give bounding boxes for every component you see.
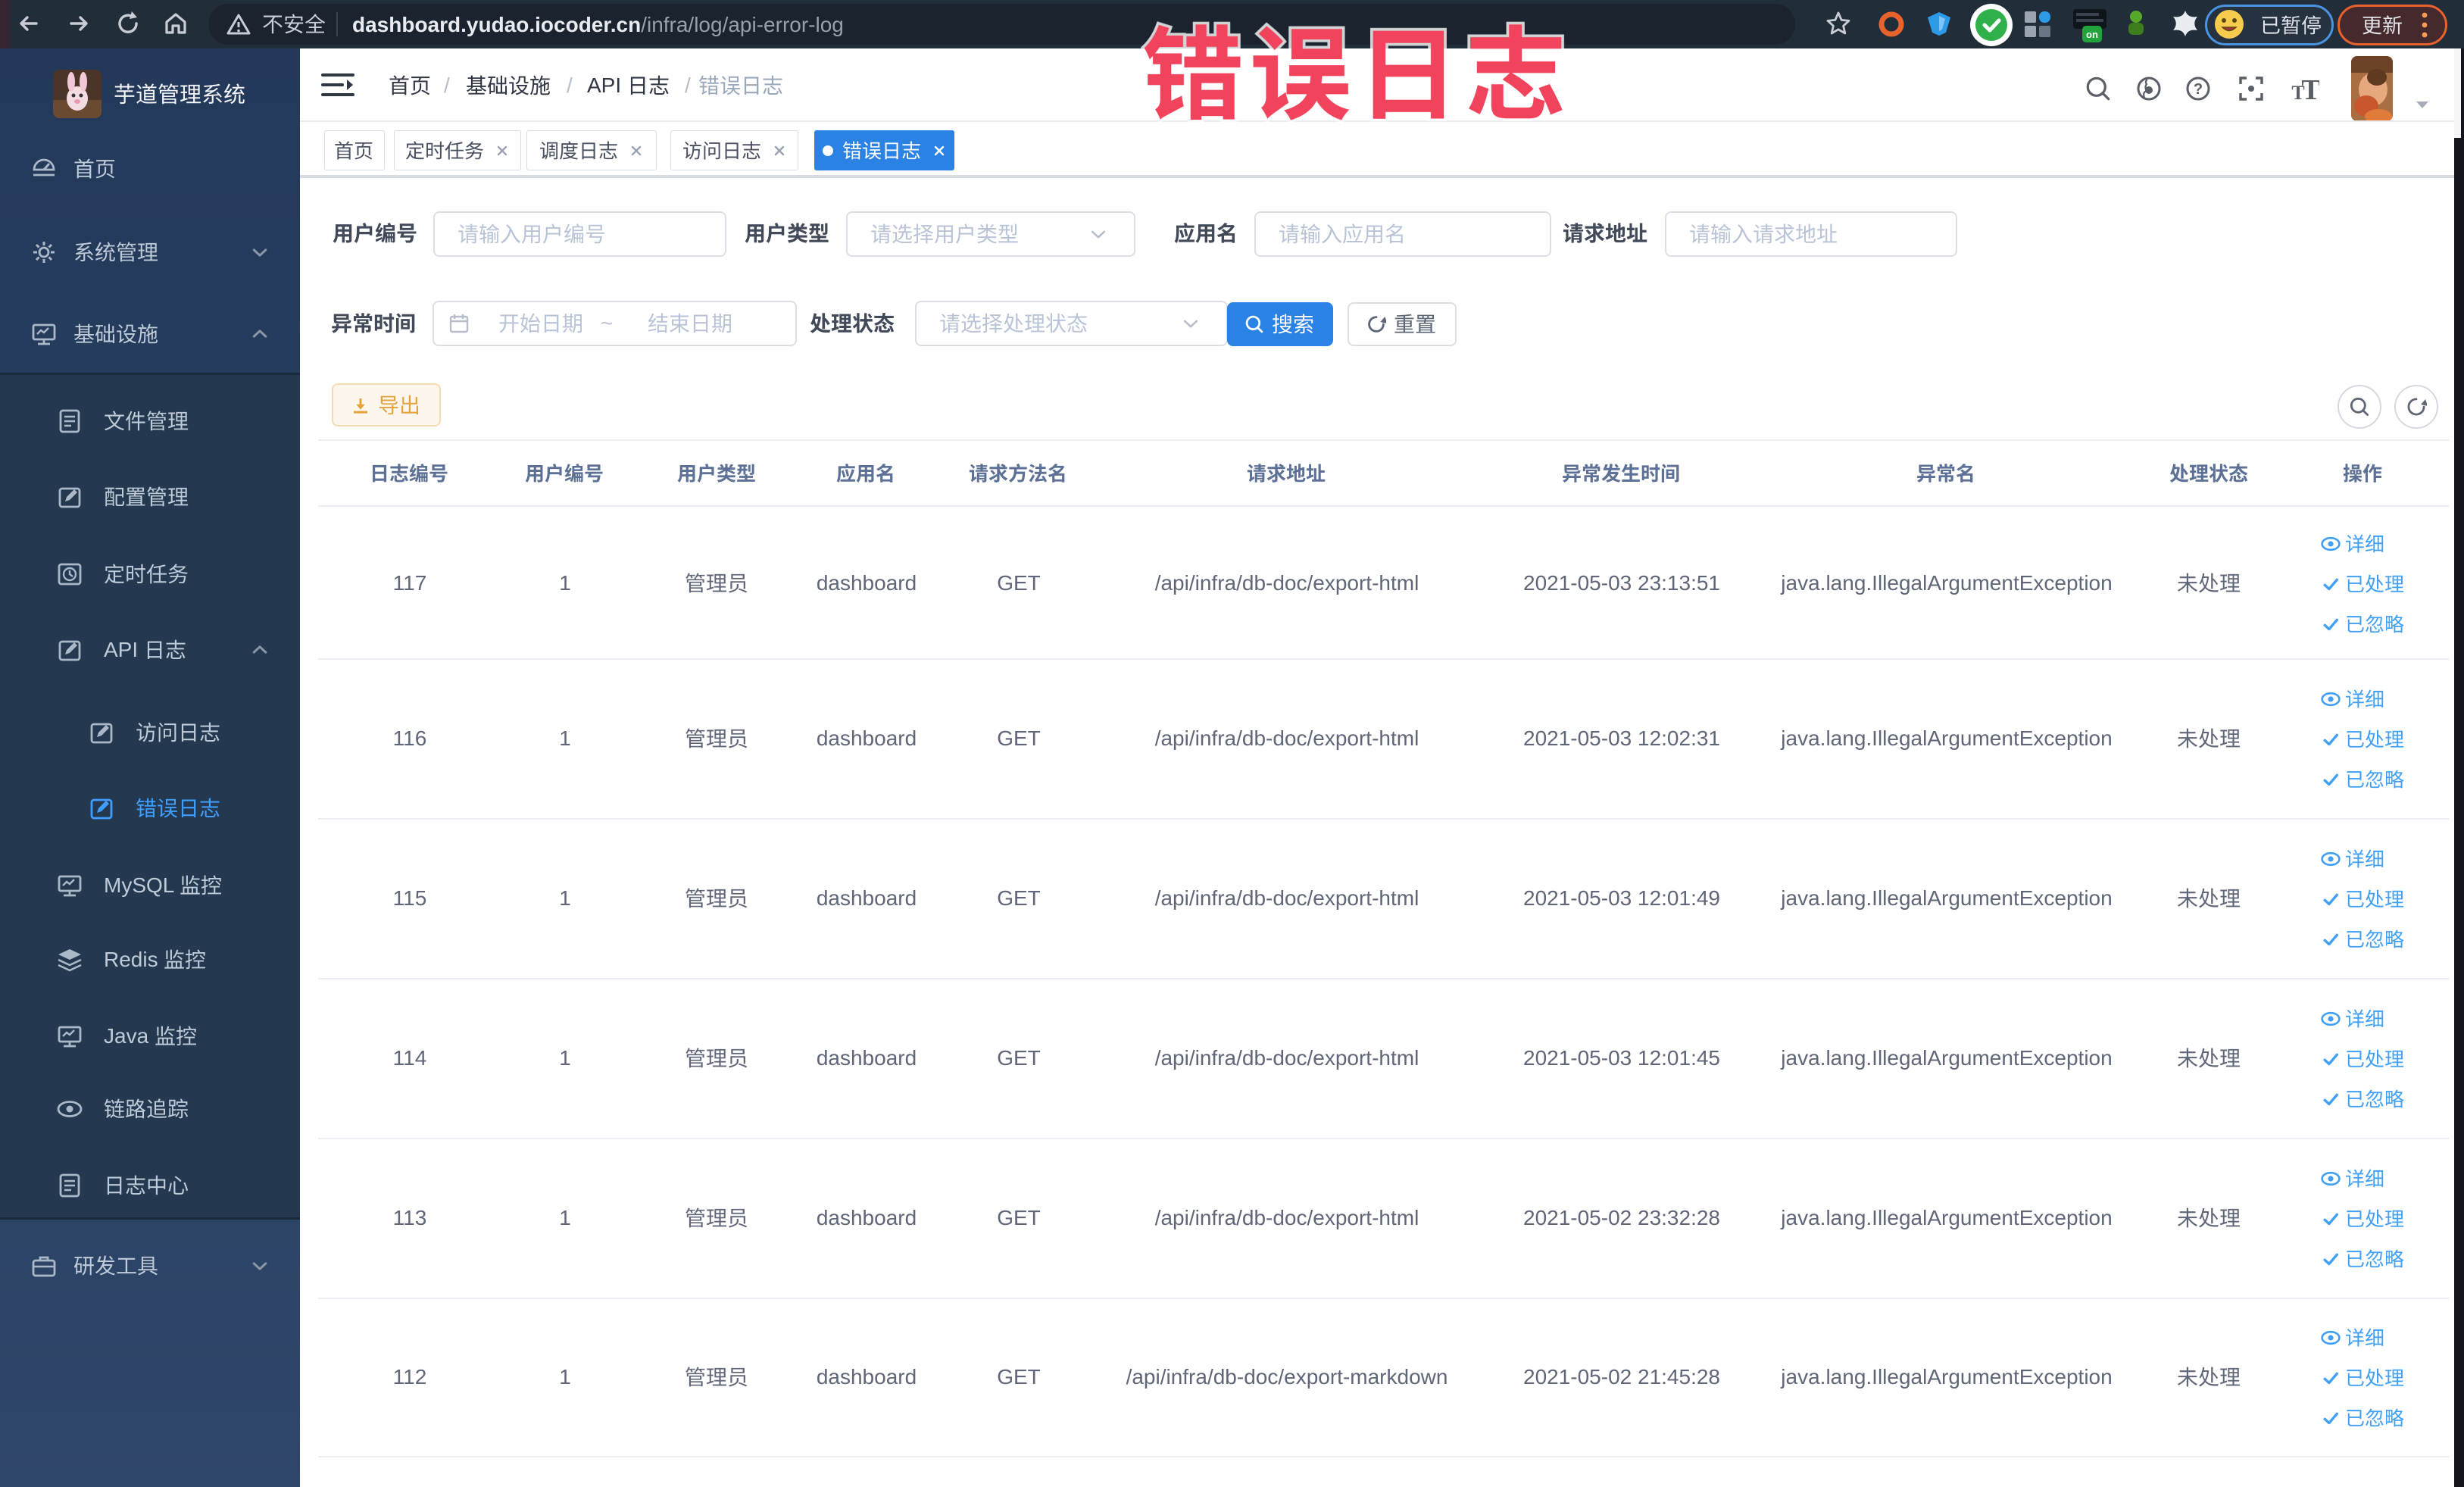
svg-text:?: ? — [2194, 81, 2203, 98]
svg-text:T: T — [2301, 74, 2319, 104]
svg-text:on: on — [2086, 29, 2098, 40]
